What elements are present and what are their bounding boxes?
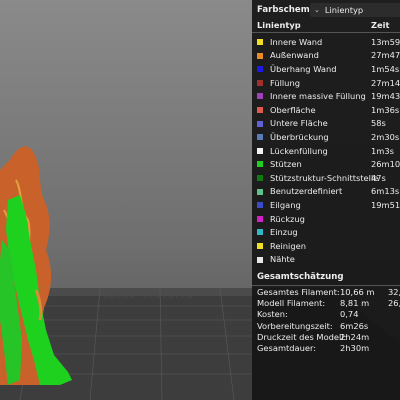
color-swatch bbox=[257, 147, 263, 154]
legend-item[interactable]: Oberfläche 1m36s bbox=[252, 103, 400, 117]
legend-item[interactable]: Lückenfüllung 1m3s bbox=[252, 144, 400, 158]
legend-item-time: 1m54s bbox=[371, 63, 400, 74]
legend-item-name: Lückenfüllung bbox=[270, 145, 328, 156]
color-swatch bbox=[257, 106, 263, 113]
estimate-row: Kosten: 0,74 bbox=[252, 309, 400, 320]
legend-item[interactable]: Überhang Wand 1m54s bbox=[252, 62, 400, 76]
estimate-key: Druckzeit des Modell: bbox=[257, 331, 347, 342]
chevron-down-icon: ⌄ bbox=[314, 6, 320, 14]
color-swatch bbox=[257, 188, 263, 195]
legend-item[interactable]: Außenwand 27m47s bbox=[252, 49, 400, 63]
legend-header: Linientyp Zeit bbox=[252, 17, 400, 32]
legend-item[interactable]: Stützstruktur-Schnittstelle 47s bbox=[252, 171, 400, 185]
legend-item-name: Untere Fläche bbox=[270, 118, 328, 129]
legend-item[interactable]: Überbrückung 2m30s bbox=[252, 130, 400, 144]
estimate-row: Druckzeit des Modell: 2h24m bbox=[252, 332, 400, 343]
color-swatch bbox=[257, 39, 263, 45]
color-scheme-label: Farbschema bbox=[257, 5, 316, 15]
color-swatch bbox=[257, 66, 263, 73]
color-swatch bbox=[257, 161, 263, 168]
legend-item[interactable]: Nähte bbox=[252, 253, 400, 267]
legend-item-time: 19m43s bbox=[371, 91, 400, 102]
color-swatch bbox=[257, 242, 263, 249]
legend-item[interactable]: Stützen 26m10s bbox=[252, 157, 400, 171]
estimate-key: Modell Filament: bbox=[257, 298, 326, 309]
estimate-key: Gesamtdauer: bbox=[257, 342, 317, 353]
column-header-type: Linientyp bbox=[257, 19, 301, 30]
estimate-value: 6m26s bbox=[340, 320, 369, 331]
legend-item-name: Oberfläche bbox=[270, 104, 316, 115]
divider bbox=[252, 285, 400, 286]
legend-item-time: 26m10s bbox=[371, 159, 400, 170]
legend-item-name: Benutzerdefiniert bbox=[270, 186, 343, 197]
legend-item-name: Innere massive Füllung bbox=[270, 91, 366, 102]
legend-item-time: 1m36s bbox=[371, 104, 400, 115]
legend-item-name: Stützen bbox=[270, 159, 302, 170]
estimate-value: 2h30m bbox=[340, 342, 370, 353]
legend-item-name: Rückzug bbox=[270, 213, 305, 224]
estimate-value: 0,74 bbox=[340, 309, 359, 320]
legend-item-name: Außenwand bbox=[270, 50, 319, 61]
legend-item-name: Überbrückung bbox=[270, 131, 329, 142]
legend-item[interactable]: Eilgang 19m51s bbox=[252, 198, 400, 212]
sliced-model[interactable] bbox=[0, 140, 90, 390]
legend-item[interactable]: Rückzug bbox=[252, 212, 400, 226]
estimate-key: Gesamtes Filament: bbox=[257, 287, 340, 297]
estimate-row: Gesamtdauer: 2h30m bbox=[252, 343, 400, 354]
legend-item[interactable]: Benutzerdefiniert 6m13s bbox=[252, 185, 400, 199]
estimate-row: Gesamtes Filament:10,66 m 32,06 bbox=[252, 287, 400, 298]
color-swatch bbox=[257, 93, 263, 100]
legend-item[interactable]: Reinigen bbox=[252, 239, 400, 253]
legend-item-time: 6m13s bbox=[371, 186, 400, 197]
legend-item-name: Stützstruktur-Schnittstelle bbox=[270, 172, 379, 183]
estimate-row: Modell Filament: 8,81 m 26,48 bbox=[252, 298, 400, 309]
estimate-key: Kosten: bbox=[257, 309, 288, 320]
legend-list: Innere Wand 13m59s Außenwand 27m47s Überha… bbox=[252, 35, 400, 266]
column-header-time: Zeit bbox=[371, 19, 390, 30]
color-scheme-dropdown[interactable]: ⌄ Linientyp bbox=[310, 3, 400, 17]
color-swatch bbox=[257, 174, 263, 181]
legend-item-time: 58s bbox=[371, 118, 386, 129]
legend-item-name: Eilgang bbox=[270, 199, 301, 210]
color-swatch bbox=[257, 120, 263, 127]
estimate-value: 2h24m bbox=[340, 331, 370, 342]
legend-item-time: 27m14s bbox=[371, 77, 400, 88]
estimate-table: Gesamtes Filament:10,66 m 32,06 Modell Fi… bbox=[252, 287, 400, 354]
divider bbox=[252, 32, 400, 33]
color-swatch bbox=[257, 215, 263, 222]
estimate-title: Gesamtschätzung bbox=[257, 272, 344, 282]
color-swatch bbox=[257, 134, 263, 141]
estimate-key: Vorbereitungszeit: bbox=[257, 320, 333, 331]
color-swatch bbox=[257, 256, 263, 263]
legend-item[interactable]: Innere massive Füllung 19m43s bbox=[252, 89, 400, 103]
color-swatch bbox=[257, 202, 263, 209]
estimate-value-2: 26,48 bbox=[388, 298, 400, 309]
estimate-row: Vorbereitungszeit: 6m26s bbox=[252, 321, 400, 332]
legend-item[interactable]: Innere Wand 13m59s bbox=[252, 35, 400, 49]
legend-item-name: Nähte bbox=[270, 254, 295, 265]
legend-item[interactable]: Untere Fläche 58s bbox=[252, 117, 400, 131]
legend-item-time: 27m47s bbox=[371, 50, 400, 61]
color-swatch bbox=[257, 52, 263, 59]
estimate-value: 8,81 m bbox=[340, 298, 370, 309]
legend-item-name: Einzug bbox=[270, 227, 298, 238]
color-swatch bbox=[257, 229, 263, 236]
legend-panel: Farbschema ⌄ Linientyp Linientyp Zeit In… bbox=[252, 0, 400, 400]
legend-item-time: 19m51s bbox=[371, 199, 400, 210]
legend-item-time: 1m3s bbox=[371, 145, 394, 156]
legend-item-name: Füllung bbox=[270, 77, 300, 88]
estimate-value: 10,66 m bbox=[340, 287, 375, 297]
legend-item-name: Innere Wand bbox=[270, 36, 323, 47]
legend-item-time: 13m59s bbox=[371, 36, 400, 47]
legend-item-name: Überhang Wand bbox=[270, 63, 337, 74]
build-plate-label: Bambu Textured bbox=[103, 291, 195, 301]
estimate-value-2: 32,06 bbox=[388, 287, 400, 297]
legend-item[interactable]: Einzug bbox=[252, 225, 400, 239]
color-scheme-value: Linientyp bbox=[324, 5, 364, 15]
legend-item-time: 2m30s bbox=[371, 131, 400, 142]
legend-item-name: Reinigen bbox=[270, 240, 306, 251]
legend-item[interactable]: Füllung 27m14s bbox=[252, 76, 400, 90]
color-swatch bbox=[257, 79, 263, 86]
legend-item-time: 47s bbox=[371, 172, 386, 183]
